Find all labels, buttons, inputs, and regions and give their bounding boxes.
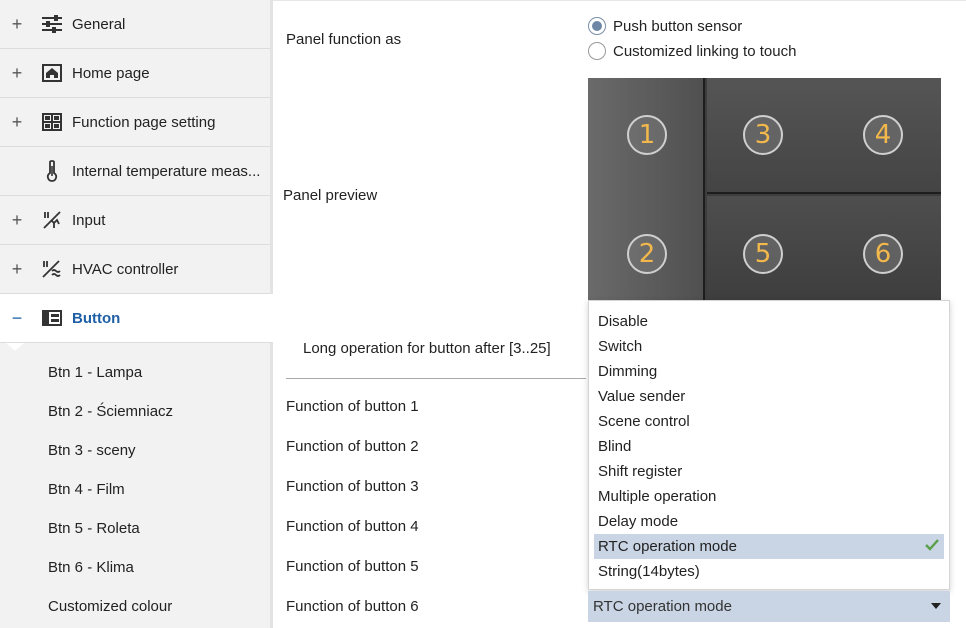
sidebar-subitem-btn-1[interactable]: Btn 1 - Lampa [48,364,142,381]
preview-tile-bottom-right [707,196,941,300]
sliders-icon [41,13,63,35]
dropdown-option-scene-control[interactable]: Scene control [594,409,944,434]
sidebar-subitem-btn-2[interactable]: Btn 2 - Ściemniacz [48,403,173,420]
dropdown-option-label: RTC operation mode [598,538,737,555]
function-button-4-label: Function of button 4 [286,518,419,535]
divider [286,378,586,379]
sidebar: + General + Home page + Function page se… [0,0,273,628]
preview-button-3: 3 [743,115,783,155]
sidebar-item-function-page-setting[interactable]: + Function page setting [0,98,270,147]
expand-icon[interactable]: + [10,210,24,231]
preview-button-1: 1 [627,115,667,155]
panel-function-label: Panel function as [286,31,402,48]
dropdown-option-string-14bytes[interactable]: String(14bytes) [594,559,944,584]
grid-icon [41,111,63,133]
function-button-5-label: Function of button 5 [286,558,419,575]
dropdown-option-shift-register[interactable]: Shift register [594,459,944,484]
sidebar-subitem-btn-5[interactable]: Btn 5 - Roleta [48,520,140,537]
preview-button-5: 5 [743,234,783,274]
panel-preview: 1 2 3 4 5 6 [588,78,941,300]
thermometer-icon [41,160,63,182]
sidebar-subitem-btn-6[interactable]: Btn 6 - Klima [48,559,134,576]
dropdown-option-value-sender[interactable]: Value sender [594,384,944,409]
home-icon [41,62,63,84]
radio-label: Customized linking to touch [613,42,797,60]
dropdown-arrow-icon[interactable] [931,603,941,609]
hvac-icon [41,258,63,280]
expand-icon[interactable]: + [10,63,24,84]
function-button-6-label: Function of button 6 [286,598,419,615]
preview-button-6: 6 [863,234,903,274]
sidebar-item-label: Home page [72,64,150,82]
top-border [273,0,966,1]
expand-icon[interactable]: + [10,112,24,133]
sidebar-item-input[interactable]: + Input [0,196,270,245]
sidebar-item-label: General [72,15,126,33]
function-dropdown-list[interactable]: Disable Switch Dimming Value sender Scen… [588,300,950,590]
preview-button-4: 4 [863,115,903,155]
sidebar-item-internal-temperature[interactable]: Internal temperature meas... [0,147,270,196]
radio-unchecked-icon[interactable] [588,42,606,60]
expand-icon[interactable]: + [10,14,24,35]
active-item-notch [6,343,24,351]
sidebar-item-hvac-controller[interactable]: + HVAC controller [0,245,270,294]
sidebar-item-label: Button [72,309,121,327]
radio-customized-linking[interactable]: Customized linking to touch [588,42,796,60]
preview-button-2: 2 [627,234,667,274]
function-button-3-label: Function of button 3 [286,478,419,495]
sidebar-item-label: Function page setting [72,113,216,131]
dropdown-option-disable[interactable]: Disable [594,309,944,334]
dropdown-option-switch[interactable]: Switch [594,334,944,359]
dropdown-option-blind[interactable]: Blind [594,434,944,459]
expand-icon[interactable]: + [10,259,24,280]
sidebar-item-label: Internal temperature meas... [72,162,261,180]
radio-push-button-sensor[interactable]: Push button sensor [588,17,742,35]
dropdown-option-multiple-operation[interactable]: Multiple operation [594,484,944,509]
sidebar-subitem-customized-colour[interactable]: Customized colour [48,598,172,615]
sidebar-item-label: Input [72,211,106,229]
sidebar-item-label: HVAC controller [72,260,179,278]
sidebar-subitem-btn-4[interactable]: Btn 4 - Film [48,481,125,498]
radio-checked-icon[interactable] [588,17,606,35]
function-button-1-label: Function of button 1 [286,398,419,415]
input-icon [41,209,63,231]
radio-label: Push button sensor [613,17,743,35]
function-button-6-select[interactable]: RTC operation mode [588,591,950,622]
panel-preview-label: Panel preview [283,187,378,204]
dropdown-option-dimming[interactable]: Dimming [594,359,944,384]
checkmark-icon [924,537,940,557]
sidebar-item-home-page[interactable]: + Home page [0,49,270,98]
button-layout-icon [41,307,63,329]
sidebar-subitem-btn-3[interactable]: Btn 3 - sceny [48,442,136,459]
sidebar-item-button[interactable]: − Button [0,294,273,343]
app-root: + General + Home page + Function page se… [0,0,966,628]
dropdown-option-rtc-operation-mode[interactable]: RTC operation mode [594,534,944,559]
select-value: RTC operation mode [593,598,732,615]
function-button-2-label: Function of button 2 [286,438,419,455]
sidebar-item-general[interactable]: + General [0,0,270,49]
collapse-icon[interactable]: − [10,308,24,329]
long-operation-label: Long operation for button after [3..25] [303,340,551,357]
dropdown-option-delay-mode[interactable]: Delay mode [594,509,944,534]
